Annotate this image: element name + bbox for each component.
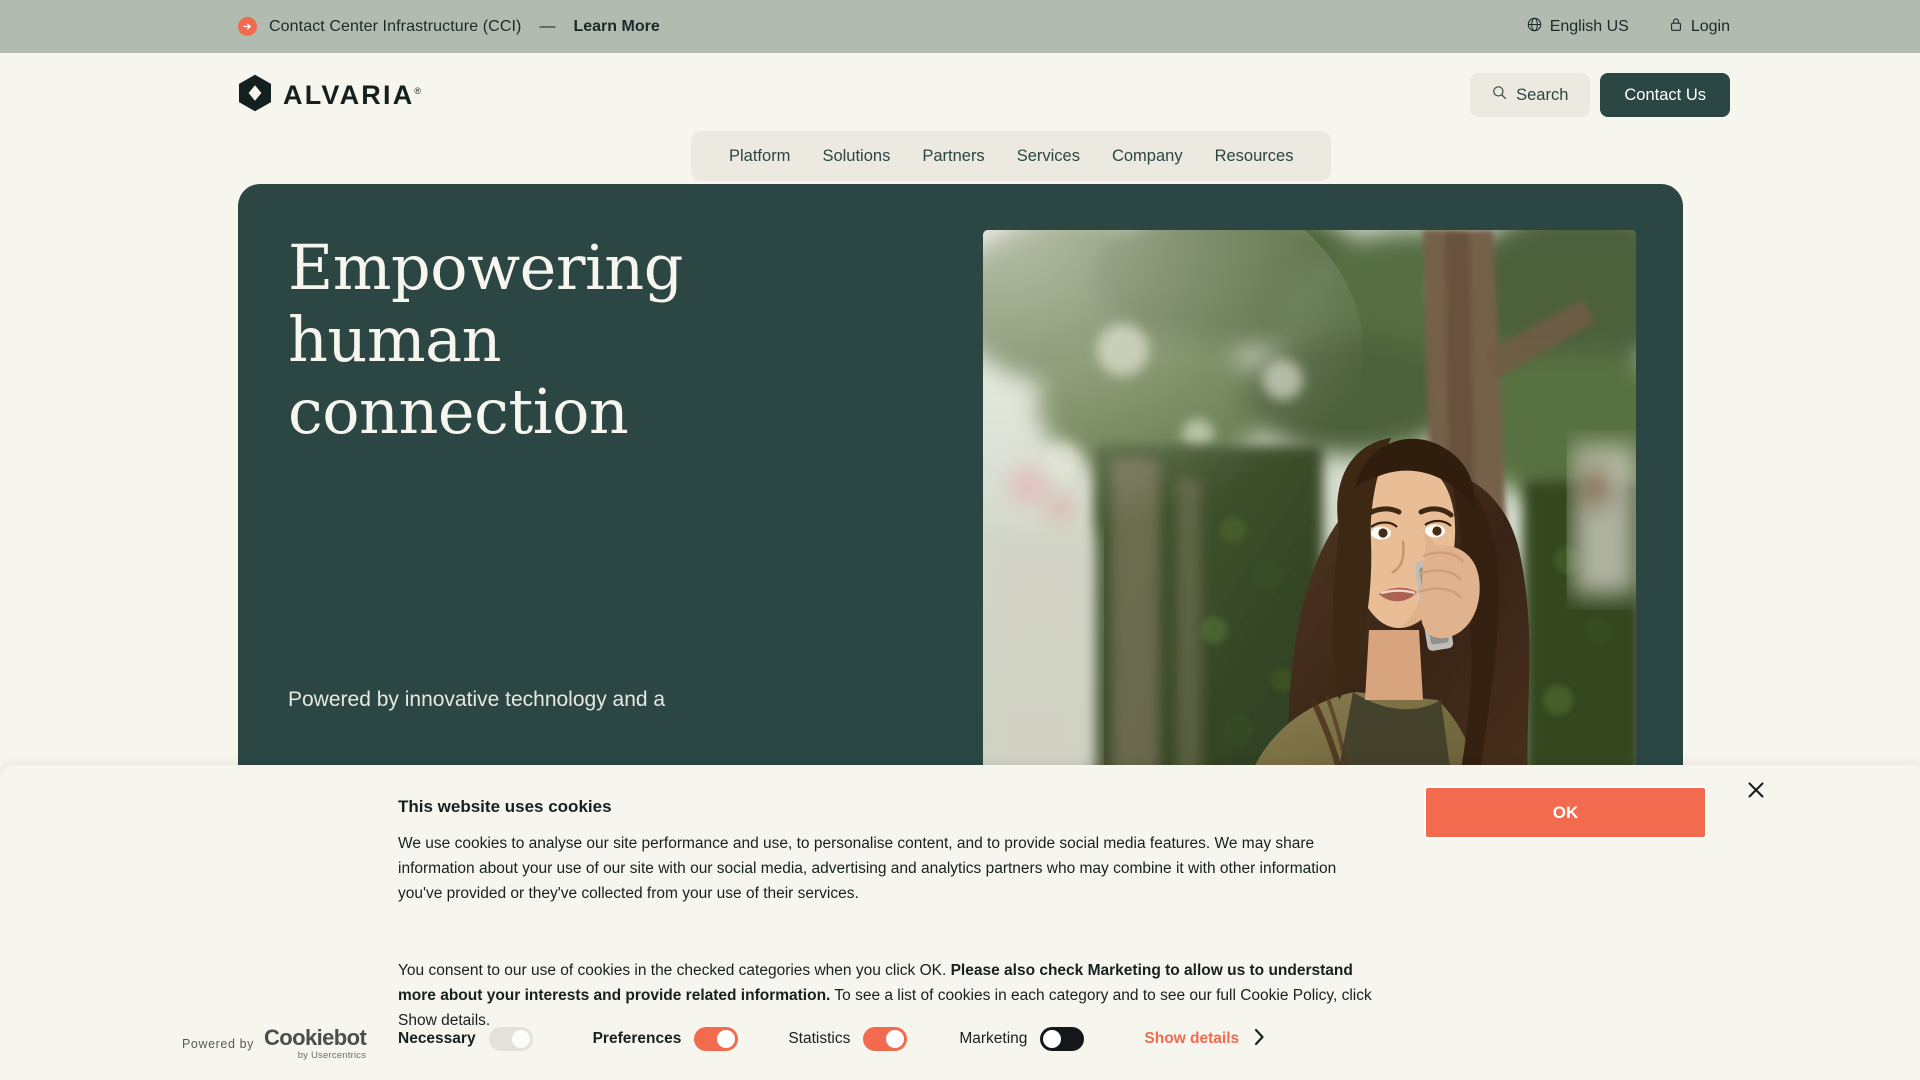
login-link[interactable]: Login <box>1669 17 1730 37</box>
nav-item-resources[interactable]: Resources <box>1199 147 1310 166</box>
announcement-text: Contact Center Infrastructure (CCI) <box>269 17 522 35</box>
toggle-label-statistics: Statistics <box>788 1030 851 1047</box>
hero-photo-illustration <box>983 230 1636 790</box>
toggle-group-necessary: Necessary <box>398 1027 533 1051</box>
nav-item-company[interactable]: Company <box>1096 147 1199 166</box>
announcement-bar: Contact Center Infrastructure (CCI) — Le… <box>0 0 1920 53</box>
cookiebot-logo-sub: by Usercentrics <box>297 1050 367 1061</box>
nav-item-platform[interactable]: Platform <box>713 147 806 166</box>
language-label: English US <box>1549 17 1629 35</box>
alvaria-hexagon-logo-icon <box>238 74 272 117</box>
nav-item-solutions[interactable]: Solutions <box>806 147 906 166</box>
cookie-category-toggles: Necessary Preferences Statistics Marketi… <box>398 1027 1265 1051</box>
hero-photo <box>983 230 1636 790</box>
toggle-knob <box>511 1030 530 1048</box>
alvaria-logo[interactable]: ALVARIA® <box>238 74 421 117</box>
search-button[interactable]: Search <box>1470 73 1591 117</box>
cookie-paragraph-2-start: You consent to our use of cookies in the… <box>398 962 947 979</box>
learn-more-link[interactable]: Learn More <box>573 18 659 36</box>
login-label: Login <box>1690 17 1730 35</box>
search-icon <box>1492 85 1507 105</box>
contact-us-label: Contact Us <box>1624 85 1706 104</box>
announcement-message: Contact Center Infrastructure (CCI) — Le… <box>238 17 660 36</box>
hero-title: Empowering human connection <box>288 231 683 448</box>
toggle-necessary[interactable] <box>488 1027 533 1051</box>
toggle-marketing[interactable] <box>1040 1027 1085 1051</box>
cookie-close-button[interactable] <box>1742 778 1770 806</box>
cookie-ok-button[interactable]: OK <box>1424 786 1707 839</box>
contact-us-button[interactable]: Contact Us <box>1600 73 1730 117</box>
powered-by-label: Powered by <box>182 1036 255 1051</box>
cookiebot-logo: Cookiebot by Usercentrics <box>264 1025 367 1061</box>
announcement-utility-links: English US Login <box>1527 17 1730 37</box>
cookie-banner-title: This website uses cookies <box>398 797 612 816</box>
toggle-group-statistics: Statistics <box>788 1027 908 1051</box>
lock-icon <box>1669 17 1683 37</box>
toggle-label-necessary: Necessary <box>398 1030 476 1047</box>
toggle-group-marketing: Marketing <box>959 1027 1085 1051</box>
close-icon <box>1746 780 1766 805</box>
chevron-right-icon <box>1253 1028 1265 1051</box>
cookie-banner-paragraph-1: We use cookies to analyse our site perfo… <box>398 835 1337 903</box>
site-header: ALVARIA® Platform Solutions Partners Ser… <box>0 53 1920 181</box>
cookiebot-logo-name: Cookiebot <box>264 1025 367 1050</box>
main-navigation: Platform Solutions Partners Services Com… <box>691 131 1332 181</box>
header-actions: Search Contact Us <box>1470 73 1730 117</box>
globe-icon <box>1527 17 1542 37</box>
toggle-knob <box>717 1030 736 1048</box>
toggle-label-preferences: Preferences <box>592 1030 682 1047</box>
cookie-banner-paragraph-2: You consent to our use of cookies in the… <box>398 958 1383 1033</box>
toggle-statistics[interactable] <box>863 1027 908 1051</box>
toggle-label-marketing: Marketing <box>959 1030 1028 1047</box>
hero-subtitle: Powered by innovative technology and a <box>288 688 666 711</box>
language-selector[interactable]: English US <box>1527 17 1629 37</box>
toggle-knob <box>1043 1030 1062 1048</box>
show-details-label: Show details <box>1144 1030 1240 1047</box>
nav-item-services[interactable]: Services <box>1001 147 1096 166</box>
toggle-group-preferences: Preferences <box>593 1027 739 1051</box>
toggle-preferences[interactable] <box>694 1027 739 1051</box>
registered-trademark-icon: ® <box>414 85 422 96</box>
cookiebot-attribution[interactable]: Powered by Cookiebot by Usercentrics <box>182 1025 367 1061</box>
nav-item-partners[interactable]: Partners <box>906 147 1000 166</box>
announcement-dash: — <box>539 17 556 35</box>
show-details-link[interactable]: Show details <box>1144 1028 1265 1051</box>
toggle-knob <box>886 1030 905 1048</box>
arrow-right-circle-icon <box>238 17 257 36</box>
search-button-label: Search <box>1516 85 1569 104</box>
alvaria-wordmark: ALVARIA® <box>283 79 422 110</box>
